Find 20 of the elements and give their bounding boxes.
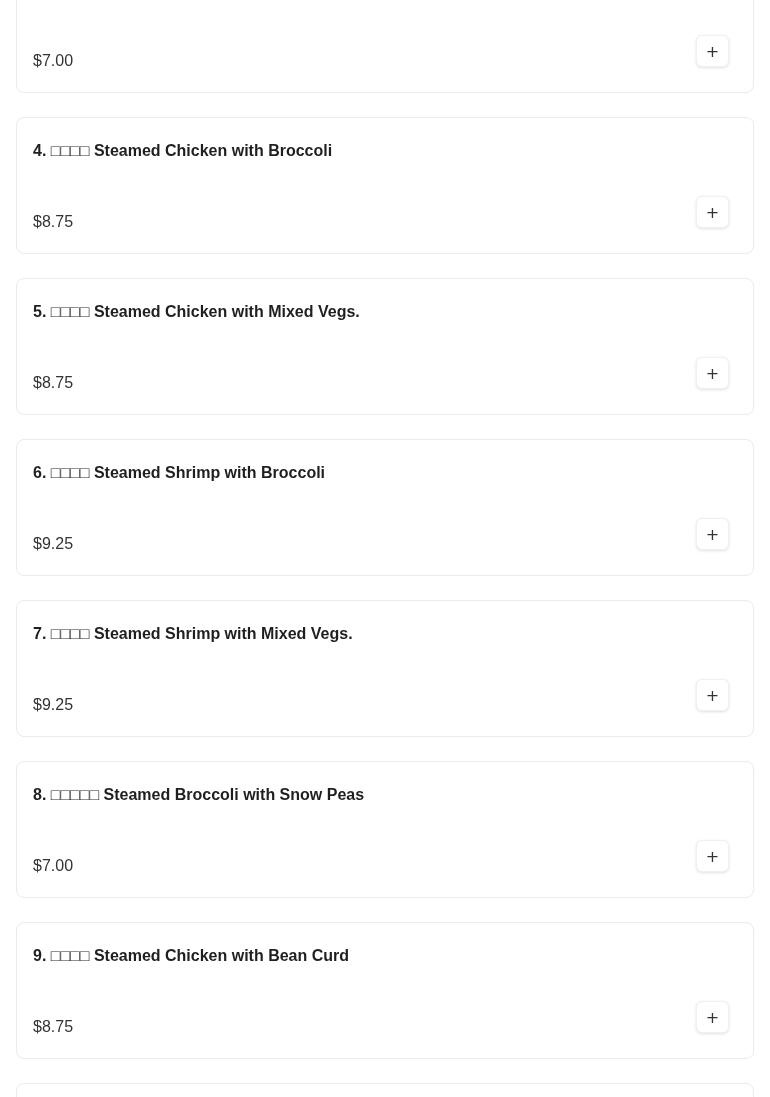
add-button[interactable]: +: [696, 357, 729, 389]
item-price: $7.00: [33, 52, 74, 70]
add-button[interactable]: +: [696, 35, 729, 67]
item-price: $9.25: [33, 696, 74, 714]
item-name: 5. □□□□ Steamed Chicken with Mixed Vegs.: [33, 302, 361, 321]
item-price: $7.00: [33, 857, 74, 875]
item-name: 6. □□□□ Steamed Shrimp with Broccoli: [33, 463, 327, 482]
add-button[interactable]: +: [696, 196, 729, 228]
add-button[interactable]: +: [696, 1001, 729, 1033]
item-price: $8.75: [33, 374, 74, 392]
item-name: 8. □□□□□ Steamed Broccoli with Snow Peas: [33, 785, 366, 804]
item-price: $8.75: [33, 1018, 74, 1036]
add-button[interactable]: +: [696, 518, 729, 550]
item-price: $9.25: [33, 535, 74, 553]
add-button[interactable]: +: [696, 840, 729, 872]
item-price: $8.75: [33, 213, 74, 231]
item-name: 9. □□□□ Steamed Chicken with Bean Curd: [33, 946, 351, 965]
item-name: 4. □□□□ Steamed Chicken with Broccoli: [33, 141, 334, 160]
add-button[interactable]: +: [696, 679, 729, 711]
item-name: 7. □□□□ Steamed Shrimp with Mixed Vegs.: [33, 624, 354, 643]
